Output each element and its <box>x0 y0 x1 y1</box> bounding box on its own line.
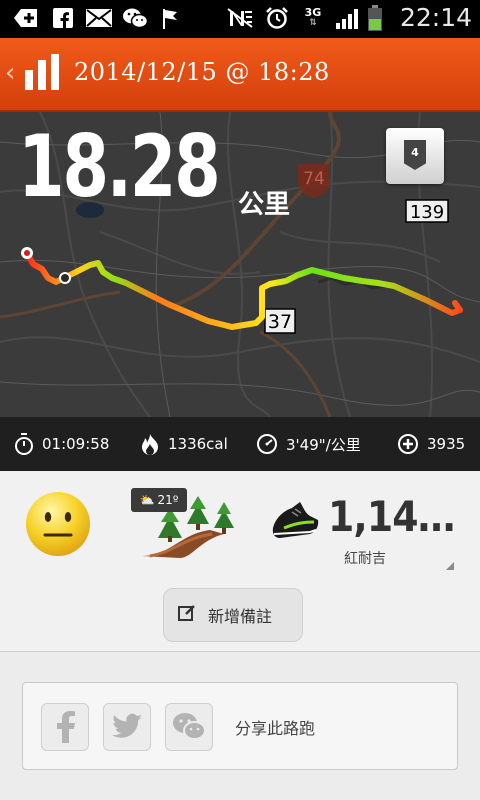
distance-unit: 公里 <box>238 190 291 220</box>
badge-number: 4 <box>411 146 419 159</box>
route-end-marker <box>59 272 71 284</box>
shoe-mileage: 1,14… <box>328 492 455 541</box>
share-wechat-button[interactable] <box>165 703 213 751</box>
add-note-button[interactable]: 新增備註 <box>163 588 303 642</box>
temperature-value: 21º <box>157 493 179 507</box>
alarm-icon <box>264 7 290 29</box>
add-note-label: 新增備註 <box>208 607 273 626</box>
road-label-139: 139 <box>410 202 444 223</box>
fuel-value: 3935 <box>427 435 466 453</box>
stat-duration: 01:09:58 <box>14 417 109 471</box>
shoe-icon[interactable] <box>270 498 320 546</box>
road-marker-37: 37 <box>264 308 296 334</box>
wechat-icon <box>122 7 148 29</box>
shoe-selector-corner-icon[interactable] <box>446 562 454 570</box>
weather-badge: ⛅ 21º <box>131 488 187 512</box>
app-header: ‹ 2014/12/15 @ 18:28 <box>0 38 480 112</box>
share-label: 分享此路跑 <box>235 719 316 738</box>
partly-cloudy-icon: ⛅ <box>139 493 155 507</box>
shoe-name: 紅耐吉 <box>344 551 386 567</box>
stopwatch-icon <box>15 433 33 455</box>
distance-value: 18.28 <box>18 117 221 217</box>
signal-mute-icon <box>226 7 254 29</box>
neutral-face-icon[interactable] <box>24 490 92 562</box>
facebook-icon <box>52 7 74 29</box>
edit-note-icon <box>178 604 196 626</box>
stat-calories: 1336cal <box>140 417 228 471</box>
run-date-title: 2014/12/15 @ 18:28 <box>74 58 330 86</box>
road-marker-139: 139 <box>405 199 449 223</box>
flag-icon <box>160 7 180 29</box>
status-bar: 3G ⇅ 22:14 <box>0 0 480 38</box>
pace-value: 3'49"/公里 <box>286 435 361 454</box>
share-facebook-button[interactable] <box>41 703 89 751</box>
chevron-left-icon[interactable]: ‹ <box>5 58 15 88</box>
twitter-icon <box>112 713 142 738</box>
run-stats-bar: 01:09:58 1336cal 3'49"/公里 3935 <box>0 417 480 471</box>
achievement-badge[interactable]: 4 <box>386 128 444 184</box>
fuel-plus-icon <box>398 434 418 454</box>
share-panel: 分享此路跑 <box>22 682 458 770</box>
battery-icon <box>366 5 384 31</box>
speedometer-icon <box>257 434 277 454</box>
road-label-74: 74 <box>303 169 325 189</box>
road-marker-74: 74 <box>298 164 330 198</box>
stat-fuel: 3935 <box>397 417 465 471</box>
mail-icon <box>86 7 112 29</box>
add-icon <box>14 7 38 29</box>
share-twitter-button[interactable] <box>103 703 151 751</box>
network-indicator: 3G ⇅ <box>304 6 322 28</box>
duration-value: 01:09:58 <box>42 435 110 453</box>
facebook-icon <box>57 711 75 743</box>
network-type: 3G <box>304 6 322 19</box>
calories-value: 1336cal <box>168 435 228 453</box>
clock: 22:14 <box>399 3 472 32</box>
wechat-icon <box>173 713 206 740</box>
stat-pace: 3'49"/公里 <box>256 417 361 471</box>
flame-icon <box>142 434 158 455</box>
road-label-37: 37 <box>268 311 292 333</box>
signal-bars-icon <box>334 7 362 29</box>
bar-chart-logo-icon[interactable] <box>24 54 62 90</box>
